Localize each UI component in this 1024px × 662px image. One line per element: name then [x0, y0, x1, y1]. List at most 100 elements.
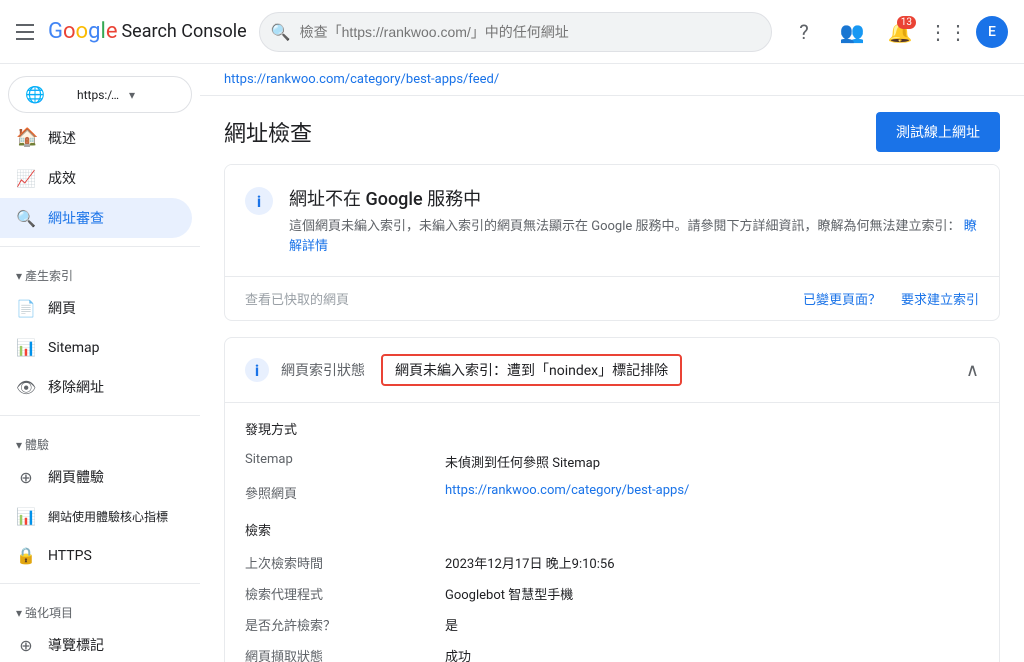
- info-card-title: 網址不在 Google 服務中: [289, 185, 979, 211]
- enhancement-group: ▾ 強化項目 ⊕ 導覽標記 ⊕ 網站連結搜尋框: [0, 592, 200, 662]
- request-indexing-link[interactable]: 要求建立索引: [901, 289, 979, 308]
- notifications-button[interactable]: 🔔 13: [880, 12, 920, 52]
- logo: Google Search Console: [48, 19, 247, 44]
- performance-icon: 📈: [16, 169, 36, 188]
- index-group-label[interactable]: ▾ 產生索引: [0, 255, 200, 288]
- sidebar-item-performance[interactable]: 📈 成效: [0, 158, 192, 198]
- detail-row-crawl-agent: 檢索代理程式 Googlebot 智慧型手機: [245, 578, 979, 609]
- test-live-url-button[interactable]: 測試線上網址: [876, 112, 1000, 152]
- sidebar: 🌐 https://rankwoo.com/ ▾ 🏠 概述 📈 成效 🔍 網址審…: [0, 64, 200, 662]
- topbar-right: ? 👥 🔔 13 ⋮⋮ E: [784, 12, 1008, 52]
- detail-val: 2023年12月17日 晚上9:10:56: [445, 553, 615, 572]
- detail-key: Sitemap: [245, 452, 445, 467]
- web-vitals-icon: ⊕: [16, 468, 36, 487]
- info-card-desc-text: 這個網頁未編入索引，未編入索引的網頁無法顯示在 Google 服務中。請參閱下方…: [289, 219, 961, 234]
- https-icon: 🔒: [16, 546, 36, 565]
- detail-section: 發現方式 Sitemap 未偵測到任何參照 Sitemap 參照網頁 https…: [225, 403, 999, 662]
- sidebar-divider-2: [0, 415, 200, 416]
- detail-val: https://rankwoo.com/category/best-apps/: [445, 483, 689, 498]
- google-logo: Google: [48, 19, 117, 44]
- search-icon: 🔍: [271, 22, 291, 41]
- inspected-url-bar: https://rankwoo.com/category/best-apps/f…: [200, 64, 1024, 96]
- page-changed-link[interactable]: 已變更頁面？: [803, 289, 881, 308]
- sidebar-item-label: 概述: [48, 128, 76, 148]
- globe-icon: 🌐: [25, 85, 71, 104]
- sidebar-item-label: 移除網址: [48, 377, 104, 397]
- enhancement-group-label[interactable]: ▾ 強化項目: [0, 592, 200, 625]
- status-value: 網頁未編入索引：遭到「noindex」標記排除: [381, 354, 682, 386]
- experience-group-label[interactable]: ▾ 體驗: [0, 424, 200, 457]
- discovery-group-label: 發現方式: [245, 419, 979, 438]
- detail-row-fetch-status: 網頁擷取狀態 成功: [245, 640, 979, 662]
- pages-icon: 📄: [16, 299, 36, 318]
- search-input[interactable]: [259, 12, 772, 52]
- sidebar-item-label: 網頁體驗: [48, 467, 104, 487]
- sidebar-item-web-vitals[interactable]: ⊕ 網頁體驗: [0, 457, 192, 497]
- status-label: 網頁索引狀態: [281, 360, 365, 380]
- apps-button[interactable]: ⋮⋮: [928, 12, 968, 52]
- detail-val: 未偵測到任何參照 Sitemap: [445, 452, 600, 471]
- detail-key: 上次檢索時間: [245, 553, 445, 572]
- content-area: https://rankwoo.com/category/best-apps/f…: [200, 64, 1024, 662]
- sidebar-item-label: 網站使用體驗核心指標: [48, 508, 168, 525]
- topbar-left: Google Search Console: [16, 19, 247, 44]
- detail-row-referring: 參照網頁 https://rankwoo.com/category/best-a…: [245, 477, 979, 508]
- app-title: Search Console: [121, 21, 246, 42]
- detail-val: Googlebot 智慧型手機: [445, 584, 573, 603]
- detail-key: 網頁擷取狀態: [245, 646, 445, 662]
- detail-val: 成功: [445, 646, 471, 662]
- index-status-section: i 網頁索引狀態 網頁未編入索引：遭到「noindex」標記排除 ∧ 發現方式 …: [224, 337, 1000, 662]
- account-settings-button[interactable]: 👥: [832, 12, 872, 52]
- info-card-description: 這個網頁未編入索引，未編入索引的網頁無法顯示在 Google 服務中。請參閱下方…: [289, 217, 979, 256]
- main-nav: 🏠 概述 📈 成效 🔍 網址審查: [0, 117, 200, 238]
- help-button[interactable]: ?: [784, 12, 824, 52]
- core-vitals-icon: 📊: [16, 507, 36, 526]
- avatar[interactable]: E: [976, 16, 1008, 48]
- sidebar-item-pages[interactable]: 📄 網頁: [0, 288, 192, 328]
- home-icon: 🏠: [16, 127, 36, 148]
- inspected-url: https://rankwoo.com/category/best-apps/f…: [224, 72, 499, 87]
- detail-key: 參照網頁: [245, 483, 445, 502]
- property-url: https://rankwoo.com/: [77, 88, 123, 102]
- dropdown-icon: ▾: [129, 88, 175, 102]
- sidebar-item-label: 網頁: [48, 298, 76, 318]
- detail-key: 是否允許檢索？: [245, 615, 445, 634]
- search-bar[interactable]: 🔍: [259, 12, 772, 52]
- detail-key: 檢索代理程式: [245, 584, 445, 603]
- menu-button[interactable]: [16, 20, 40, 44]
- breadcrumbs-icon: ⊕: [16, 636, 36, 655]
- apps-icon: ⋮⋮: [928, 20, 968, 44]
- crawl-group-label: 檢索: [245, 520, 979, 539]
- not-indexed-card: i 網址不在 Google 服務中 這個網頁未編入索引，未編入索引的網頁無法顯示…: [224, 164, 1000, 321]
- detail-row-last-crawl: 上次檢索時間 2023年12月17日 晚上9:10:56: [245, 547, 979, 578]
- detail-row-sitemap: Sitemap 未偵測到任何參照 Sitemap: [245, 446, 979, 477]
- sidebar-item-overview[interactable]: 🏠 概述: [0, 117, 192, 158]
- property-selector[interactable]: 🌐 https://rankwoo.com/ ▾: [8, 76, 192, 113]
- experience-group: ▾ 體驗 ⊕ 網頁體驗 📊 網站使用體驗核心指標 🔒 HTTPS: [0, 424, 200, 575]
- status-chevron-icon: ∧: [966, 360, 979, 381]
- sidebar-item-core-vitals[interactable]: 📊 網站使用體驗核心指標: [0, 497, 192, 536]
- sidebar-item-https[interactable]: 🔒 HTTPS: [0, 536, 192, 575]
- remove-icon: 👁: [16, 378, 36, 397]
- sidebar-item-label: HTTPS: [48, 548, 92, 564]
- sidebar-item-remove-url[interactable]: 👁 移除網址: [0, 367, 192, 407]
- main-layout: 🌐 https://rankwoo.com/ ▾ 🏠 概述 📈 成效 🔍 網址審…: [0, 64, 1024, 662]
- sidebar-item-url-inspection[interactable]: 🔍 網址審查: [0, 198, 192, 238]
- status-header[interactable]: i 網頁索引狀態 網頁未編入索引：遭到「noindex」標記排除 ∧: [225, 338, 999, 403]
- sidebar-item-label: 導覽標記: [48, 635, 104, 655]
- cached-page-link: 查看已快取的網頁: [245, 289, 349, 308]
- sidebar-divider-1: [0, 246, 200, 247]
- sidebar-item-label: 成效: [48, 168, 76, 188]
- info-card-footer: 查看已快取的網頁 已變更頁面？ 要求建立索引: [225, 276, 999, 320]
- page-title: 網址檢查: [224, 116, 312, 148]
- not-indexed-card-header: i 網址不在 Google 服務中 這個網頁未編入索引，未編入索引的網頁無法顯示…: [225, 165, 999, 276]
- sidebar-divider-3: [0, 583, 200, 584]
- content-header: 網址檢查 測試線上網址: [200, 96, 1024, 164]
- search-icon: 🔍: [16, 209, 36, 228]
- referring-url[interactable]: https://rankwoo.com/category/best-apps/: [445, 483, 689, 498]
- topbar: Google Search Console 🔍 ? 👥 🔔 13 ⋮⋮ E: [0, 0, 1024, 64]
- detail-row-allow-crawl: 是否允許檢索？ 是: [245, 609, 979, 640]
- sitemap-icon: 📊: [16, 338, 36, 357]
- sidebar-item-sitemap[interactable]: 📊 Sitemap: [0, 328, 192, 367]
- sidebar-item-breadcrumbs[interactable]: ⊕ 導覽標記: [0, 625, 192, 662]
